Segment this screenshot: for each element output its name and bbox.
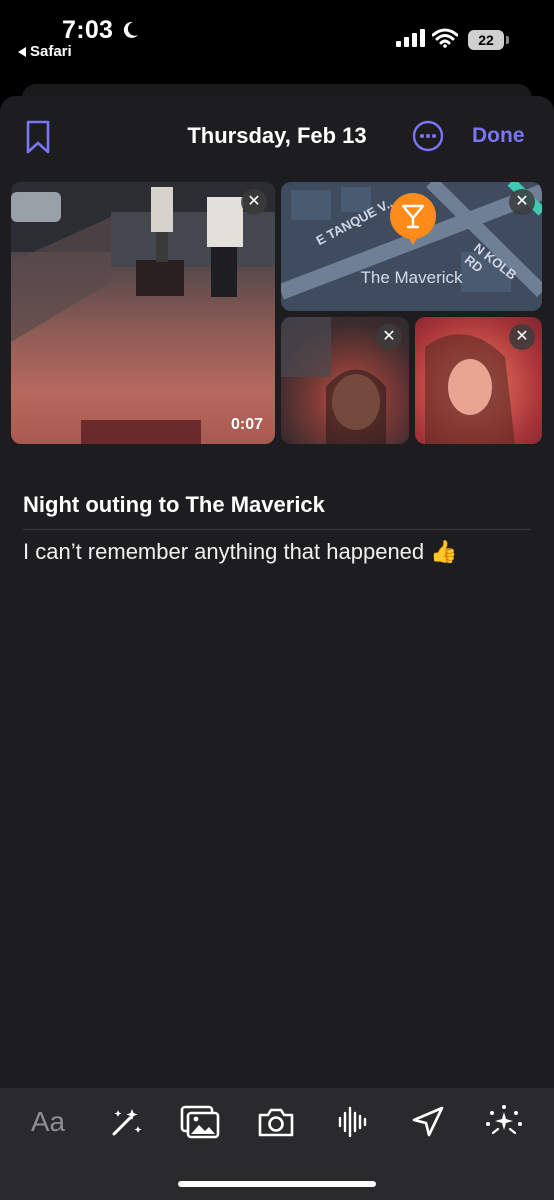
remove-photo-button[interactable]: ✕	[376, 324, 402, 350]
remove-video-button[interactable]: ✕	[241, 189, 267, 215]
bar-pin-icon	[390, 193, 436, 245]
moon-icon	[123, 21, 138, 38]
battery-level: 22	[468, 30, 504, 50]
status-time: 7:03	[62, 16, 114, 44]
bookmark-icon[interactable]	[26, 120, 50, 154]
photo-library-icon[interactable]	[180, 1104, 220, 1140]
remove-location-button[interactable]: ✕	[509, 189, 535, 215]
title-divider	[23, 529, 531, 530]
magic-wand-icon[interactable]	[106, 1104, 146, 1140]
camera-icon[interactable]	[256, 1104, 296, 1140]
video-scene-graphic	[11, 182, 275, 444]
back-app-label: Safari	[30, 43, 72, 60]
location-icon[interactable]	[408, 1104, 448, 1140]
entry-title[interactable]: Night outing to The Maverick	[23, 492, 325, 518]
video-duration: 0:07	[230, 416, 263, 433]
entry-date-title: Thursday, Feb 13	[187, 123, 367, 148]
cellular-signal-icon	[396, 29, 425, 47]
status-bar: 7:03 Safari 22	[0, 0, 554, 80]
back-to-safari[interactable]: Safari	[18, 43, 72, 60]
audio-icon[interactable]	[332, 1104, 372, 1140]
done-button[interactable]: Done	[472, 124, 525, 148]
battery-indicator: 22	[468, 30, 509, 50]
photo-thumbnail[interactable]: ✕	[281, 317, 409, 444]
more-options-icon[interactable]	[412, 120, 444, 152]
back-arrow-icon	[18, 46, 26, 57]
text-style-button[interactable]: Aa	[28, 1104, 68, 1140]
map-place-name: The Maverick	[360, 268, 463, 287]
home-indicator	[178, 1181, 376, 1187]
map-location-tile[interactable]: E TANQUE V... N KOLB RD The Maverick ✕	[281, 182, 542, 311]
battery-tip	[506, 36, 509, 44]
wifi-icon	[432, 28, 458, 48]
remove-photo-button[interactable]: ✕	[509, 324, 535, 350]
more-sparkle-icon[interactable]	[484, 1104, 524, 1140]
video-thumbnail[interactable]: ✕ 0:07	[11, 182, 275, 444]
photo-thumbnail[interactable]: ✕	[415, 317, 542, 444]
entry-body-text[interactable]: I can’t remember anything that happened …	[23, 539, 458, 565]
